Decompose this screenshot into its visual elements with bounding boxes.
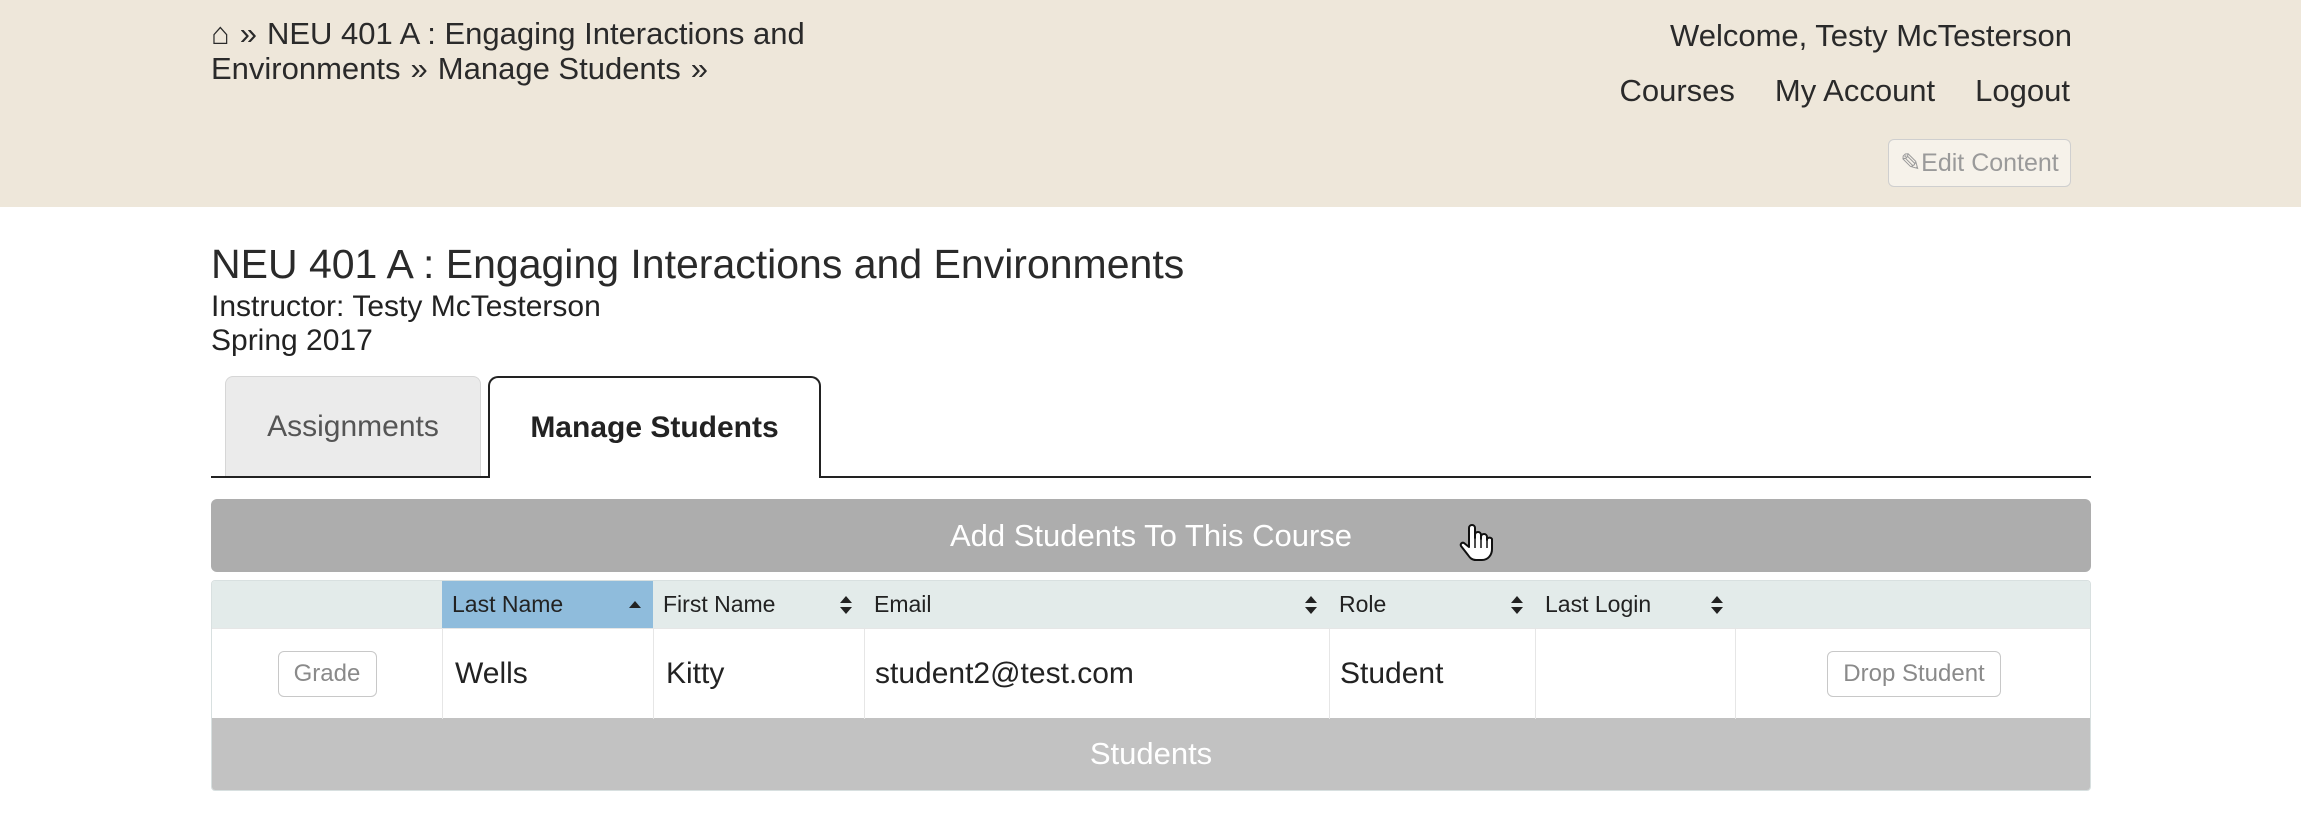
- sort-icon: [1711, 596, 1723, 614]
- nav-courses[interactable]: Courses: [1619, 73, 1734, 109]
- breadcrumb: ⌂» NEU 401 A : Engaging Interactions and …: [211, 16, 851, 86]
- column-label: Role: [1339, 591, 1387, 617]
- welcome-text: Welcome, Testy McTesterson: [1670, 18, 2072, 53]
- top-nav: Courses My Account Logout: [1619, 73, 2070, 109]
- column-label: Last Name: [452, 591, 564, 617]
- add-students-button[interactable]: Add Students To This Course: [211, 499, 2091, 572]
- students-table: Last Name First Name Email Role Last Log…: [211, 580, 2091, 791]
- column-header-drop: [1735, 581, 2090, 628]
- column-label: Email: [874, 591, 932, 617]
- column-header-actions: [212, 581, 442, 628]
- tab-manage-students[interactable]: Manage Students: [488, 376, 821, 478]
- course-title: NEU 401 A : Engaging Interactions and En…: [211, 241, 1185, 287]
- course-term: Spring 2017: [211, 324, 373, 357]
- home-icon[interactable]: ⌂: [211, 16, 230, 51]
- breadcrumb-separator: »: [239, 16, 257, 51]
- last-login-cell: [1535, 629, 1735, 719]
- drop-cell: Drop Student: [1735, 629, 2090, 719]
- breadcrumb-separator: »: [410, 51, 428, 86]
- instructor-name: Testy McTesterson: [352, 290, 601, 323]
- sort-icon: [1511, 596, 1523, 614]
- instructor-line: Instructor: Testy McTesterson: [211, 290, 601, 324]
- edit-content-button[interactable]: ✎Edit Content: [1888, 139, 2071, 187]
- grade-cell: Grade: [212, 629, 442, 719]
- grade-button[interactable]: Grade: [277, 651, 377, 697]
- sort-icon: [1305, 596, 1317, 614]
- table-row: Grade Wells Kitty student2@test.com Stud…: [212, 628, 2090, 719]
- drop-student-button[interactable]: Drop Student: [1827, 651, 2001, 697]
- last-name-cell: Wells: [442, 629, 653, 719]
- column-header-first-name[interactable]: First Name: [653, 581, 864, 628]
- breadcrumb-manage-students[interactable]: Manage Students: [438, 51, 681, 86]
- tab-assignments[interactable]: Assignments: [225, 376, 481, 477]
- breadcrumb-separator: »: [690, 51, 709, 86]
- table-footer: Students: [212, 718, 2090, 790]
- column-header-last-name[interactable]: Last Name: [442, 581, 653, 628]
- email-cell: student2@test.com: [864, 629, 1329, 719]
- instructor-label: Instructor:: [211, 290, 345, 323]
- role-cell: Student: [1329, 629, 1535, 719]
- column-header-role[interactable]: Role: [1329, 581, 1535, 628]
- column-header-last-login[interactable]: Last Login: [1535, 581, 1735, 628]
- hand-cursor-icon: [1459, 524, 1493, 561]
- nav-my-account[interactable]: My Account: [1775, 73, 1935, 109]
- nav-logout[interactable]: Logout: [1975, 73, 2070, 109]
- column-label: Last Login: [1545, 591, 1652, 617]
- column-label: First Name: [663, 591, 776, 617]
- sort-icon: [840, 596, 852, 614]
- column-header-email[interactable]: Email: [864, 581, 1329, 628]
- table-header: Last Name First Name Email Role Last Log…: [212, 581, 2090, 628]
- sort-ascending-icon: [629, 601, 641, 608]
- site-header: ⌂» NEU 401 A : Engaging Interactions and …: [0, 0, 2301, 207]
- first-name-cell: Kitty: [653, 629, 864, 719]
